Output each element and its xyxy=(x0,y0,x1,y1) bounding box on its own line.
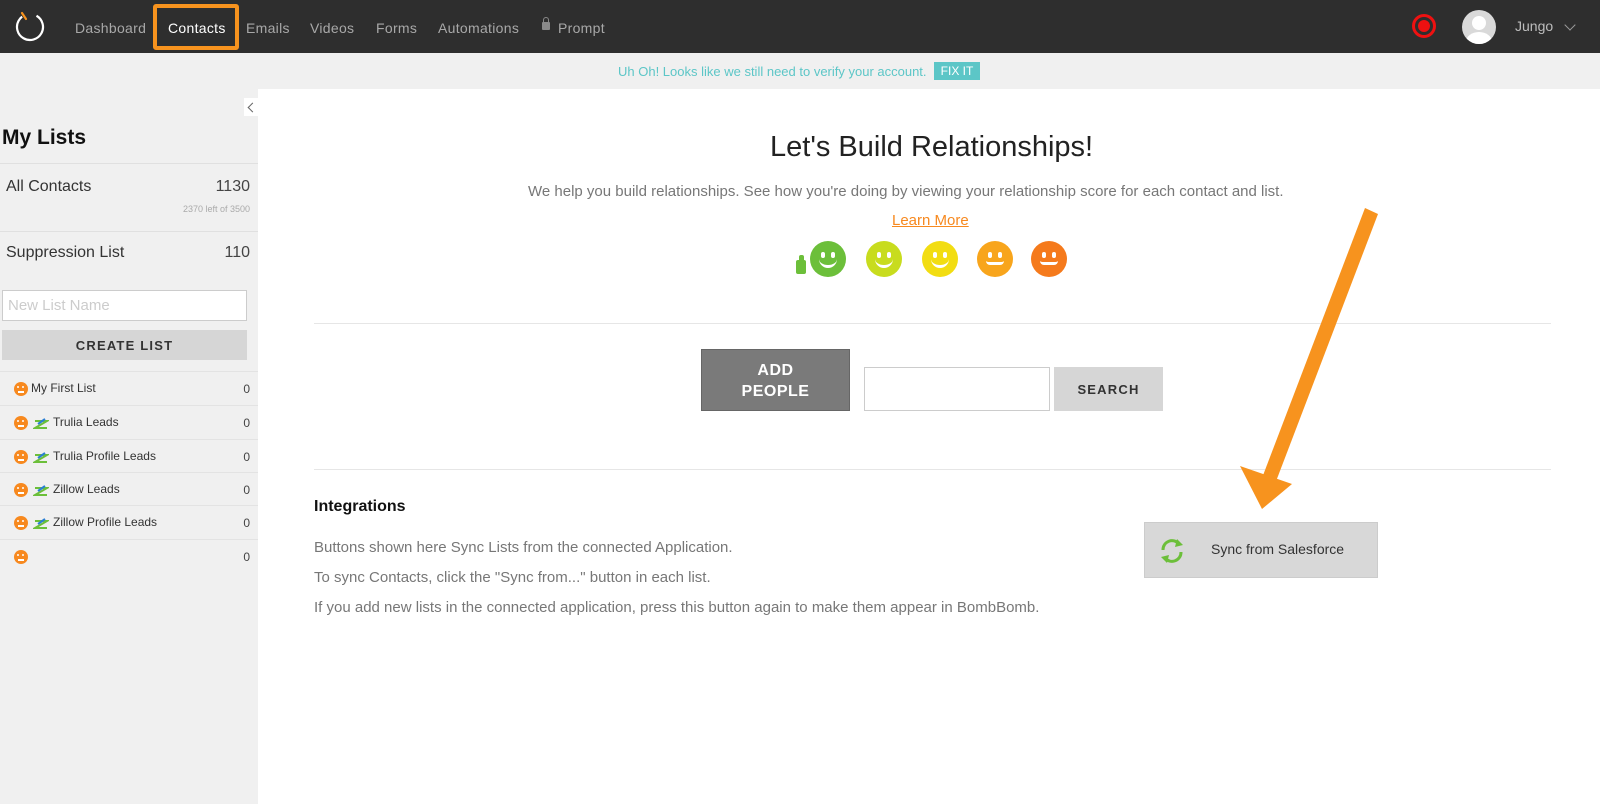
username[interactable]: Jungo xyxy=(1515,0,1553,53)
score-face-ok-icon xyxy=(922,241,958,277)
all-contacts-row[interactable]: All Contacts 1130 2370 left of 3500 xyxy=(0,163,258,220)
integration-icon xyxy=(33,485,49,496)
list-item-name: Zillow Leads xyxy=(53,482,120,496)
nav-videos[interactable]: Videos xyxy=(310,0,354,53)
integration-icon xyxy=(33,452,49,463)
sync-icon xyxy=(1161,539,1183,563)
list-item[interactable]: Zillow Profile Leads 0 xyxy=(0,505,258,539)
list-item-count: 0 xyxy=(243,416,250,430)
frown-face-icon xyxy=(14,483,28,497)
nav-dashboard[interactable]: Dashboard xyxy=(75,0,146,53)
integrations-text: Buttons shown here Sync Lists from the c… xyxy=(314,539,733,556)
list-item[interactable]: 0 xyxy=(0,539,258,573)
divider xyxy=(314,469,1551,470)
list-item-count: 0 xyxy=(243,450,250,464)
list-item[interactable]: My First List 0 xyxy=(0,371,258,405)
create-list-button[interactable]: CREATE LIST xyxy=(2,330,247,360)
divider xyxy=(314,323,1551,324)
sync-button-label: Sync from Salesforce xyxy=(1211,541,1345,557)
contacts-quota: 2370 left of 3500 xyxy=(182,204,250,214)
list-item[interactable]: Zillow Leads 0 xyxy=(0,472,258,506)
list-item-count: 0 xyxy=(243,516,250,530)
page-subtitle: We help you build relationships. See how… xyxy=(528,183,1284,200)
search-input[interactable] xyxy=(864,367,1050,411)
avatar[interactable] xyxy=(1462,10,1496,44)
chevron-down-icon[interactable] xyxy=(1564,19,1576,31)
score-face-poor-icon xyxy=(1031,241,1067,277)
frown-face-icon xyxy=(14,416,28,430)
list-item[interactable]: Trulia Profile Leads 0 xyxy=(0,439,258,473)
list-item-name: Trulia Leads xyxy=(53,415,119,429)
list-item-name: Trulia Profile Leads xyxy=(53,449,156,463)
frown-face-icon xyxy=(14,382,28,396)
top-nav-bar: Dashboard Contacts Emails Videos Forms A… xyxy=(0,0,1600,53)
list-item-name: My First List xyxy=(31,381,96,395)
banner-text: Uh Oh! Looks like we still need to verif… xyxy=(618,64,927,79)
nav-emails[interactable]: Emails xyxy=(246,0,290,53)
integration-icon xyxy=(33,518,49,529)
lock-icon xyxy=(542,17,550,30)
score-face-great-icon xyxy=(810,241,846,277)
integrations-title: Integrations xyxy=(314,498,406,515)
new-list-name-input[interactable] xyxy=(2,290,247,321)
learn-more-link[interactable]: Learn More xyxy=(892,212,969,229)
sync-from-salesforce-button[interactable]: Sync from Salesforce xyxy=(1144,522,1378,578)
score-face-good-icon xyxy=(866,241,902,277)
list-item-count: 0 xyxy=(243,550,250,564)
bombbomb-logo-icon[interactable] xyxy=(14,10,46,42)
suppression-list-label: Suppression List xyxy=(6,244,125,261)
integrations-text: If you add new lists in the connected ap… xyxy=(314,599,1040,616)
suppression-list-count: 110 xyxy=(224,244,250,261)
integrations-text: To sync Contacts, click the "Sync from..… xyxy=(314,569,711,586)
frown-face-icon xyxy=(14,516,28,530)
score-face-meh-icon xyxy=(977,241,1013,277)
integration-icon xyxy=(33,418,49,429)
frown-face-icon xyxy=(14,450,28,464)
nav-automations[interactable]: Automations xyxy=(438,0,519,53)
all-contacts-label: All Contacts xyxy=(6,178,92,195)
nav-prompt[interactable]: Prompt xyxy=(558,0,605,53)
contacts-highlight-box xyxy=(153,4,239,50)
thumbs-up-icon xyxy=(796,255,806,274)
page-title: Let's Build Relationships! xyxy=(770,131,1094,163)
list-item-count: 0 xyxy=(243,483,250,497)
sidebar-title: My Lists xyxy=(2,126,87,149)
add-people-button[interactable]: ADD PEOPLE xyxy=(701,349,850,411)
list-item-name: Zillow Profile Leads xyxy=(53,515,158,529)
nav-forms[interactable]: Forms xyxy=(376,0,417,53)
all-contacts-count: 1130 xyxy=(215,178,250,195)
list-item[interactable]: Trulia Leads 0 xyxy=(0,405,258,439)
frown-face-icon xyxy=(14,550,28,564)
list-item-count: 0 xyxy=(243,382,250,396)
collapse-sidebar-icon[interactable] xyxy=(244,98,258,116)
suppression-list-row[interactable]: Suppression List 110 xyxy=(0,231,258,277)
record-icon[interactable] xyxy=(1412,14,1436,38)
search-button[interactable]: SEARCH xyxy=(1054,367,1163,411)
fix-it-button[interactable]: FIX IT xyxy=(934,62,980,80)
